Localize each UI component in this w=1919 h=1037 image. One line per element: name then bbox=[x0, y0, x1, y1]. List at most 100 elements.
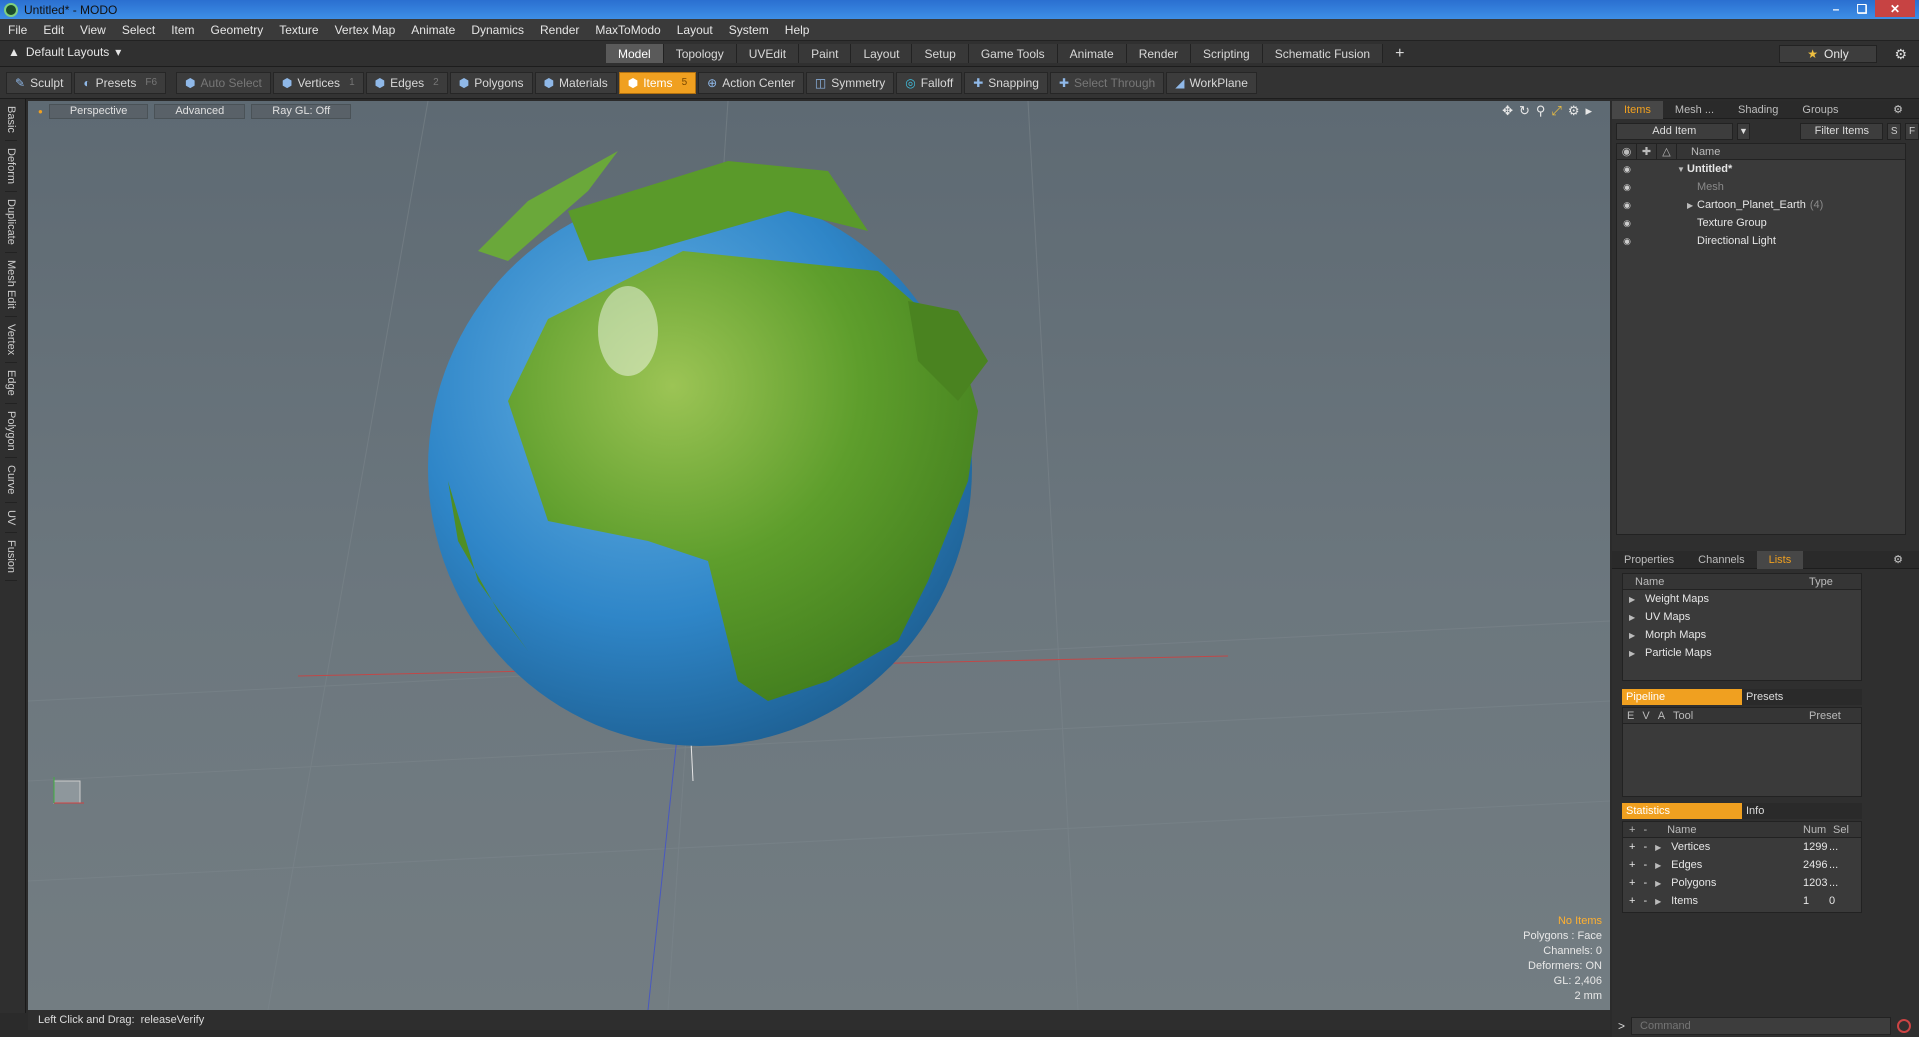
menu-file[interactable]: File bbox=[0, 23, 35, 37]
tab-edge[interactable]: Edge bbox=[5, 363, 17, 404]
menu-system[interactable]: System bbox=[721, 23, 777, 37]
maximize-button[interactable]: ❏ bbox=[1849, 0, 1875, 17]
expand-triangle-icon[interactable]: ▶ bbox=[1629, 595, 1637, 604]
tree-row-cartoon-planet[interactable]: ◉ ▶ Cartoon_Planet_Earth (4) bbox=[1617, 196, 1905, 214]
tab-animate[interactable]: Animate bbox=[1057, 44, 1127, 63]
tab-render[interactable]: Render bbox=[1126, 44, 1192, 63]
tab-layout[interactable]: Layout bbox=[851, 44, 913, 63]
expand-triangle-icon[interactable]: ▶ bbox=[1629, 631, 1637, 640]
add-icon[interactable]: + bbox=[1629, 877, 1635, 889]
tab-properties[interactable]: Properties bbox=[1612, 551, 1686, 569]
expand-triangle-icon[interactable]: ▶ bbox=[1655, 861, 1663, 870]
auto-select-button[interactable]: ⬢ Auto Select bbox=[176, 71, 271, 94]
tree-row-directional-light[interactable]: ◉ Directional Light bbox=[1617, 232, 1905, 250]
expand-triangle-icon[interactable]: ▶ bbox=[1655, 897, 1663, 906]
tab-curve[interactable]: Curve bbox=[5, 458, 17, 503]
add-tab-button[interactable]: + bbox=[1383, 44, 1416, 63]
viewport-menu-icon[interactable]: ▸ bbox=[1585, 103, 1592, 119]
tab-deform[interactable]: Deform bbox=[5, 141, 17, 192]
list-item[interactable]: ▶ Particle Maps bbox=[1623, 644, 1861, 662]
tab-presets[interactable]: Presets bbox=[1742, 689, 1862, 705]
stats-row-polygons[interactable]: + - ▶ Polygons 1203... bbox=[1623, 874, 1861, 892]
menu-animate[interactable]: Animate bbox=[403, 23, 463, 37]
expand-triangle-icon[interactable]: ▶ bbox=[1629, 613, 1637, 622]
tab-groups[interactable]: Groups bbox=[1790, 101, 1850, 119]
gear-icon[interactable]: ⚙ bbox=[1894, 46, 1907, 63]
tab-game-tools[interactable]: Game Tools bbox=[968, 44, 1058, 63]
view-type-dropdown[interactable]: Perspective bbox=[48, 103, 149, 119]
tree-row-texture-group[interactable]: ◉ Texture Group bbox=[1617, 214, 1905, 232]
visibility-eye-icon[interactable]: ◉ bbox=[1617, 236, 1637, 247]
pan-icon[interactable]: ✥ bbox=[1502, 103, 1513, 119]
add-icon[interactable]: + bbox=[1629, 859, 1635, 871]
rotate-icon[interactable]: ↻ bbox=[1519, 103, 1530, 119]
stats-row-items[interactable]: + - ▶ Items 1 0 bbox=[1623, 892, 1861, 910]
menu-select[interactable]: Select bbox=[114, 23, 163, 37]
expand-triangle-icon[interactable]: ▶ bbox=[1655, 843, 1663, 852]
materials-button[interactable]: ⬢ Materials bbox=[534, 71, 617, 94]
default-layouts-dropdown[interactable]: ▲ Default Layouts ▾ bbox=[8, 45, 121, 59]
lists-options-icon[interactable]: ⚙ bbox=[1881, 551, 1915, 569]
select-through-button[interactable]: ✚ Select Through bbox=[1049, 71, 1165, 94]
remove-icon[interactable]: - bbox=[1643, 877, 1647, 889]
tab-paint[interactable]: Paint bbox=[799, 44, 852, 63]
tab-uv[interactable]: UV bbox=[5, 503, 17, 534]
menu-texture[interactable]: Texture bbox=[271, 23, 326, 37]
tab-topology[interactable]: Topology bbox=[663, 44, 737, 63]
menu-maxtomodo[interactable]: MaxToModo bbox=[587, 23, 668, 37]
shading-dropdown[interactable]: Advanced bbox=[154, 103, 246, 119]
f-button[interactable]: F bbox=[1905, 122, 1919, 140]
tab-schematic-fusion[interactable]: Schematic Fusion bbox=[1262, 44, 1384, 63]
tab-duplicate[interactable]: Duplicate bbox=[5, 192, 17, 253]
menu-edit[interactable]: Edit bbox=[35, 23, 72, 37]
tab-lists[interactable]: Lists bbox=[1756, 550, 1804, 569]
symmetry-button[interactable]: ◫ Symmetry bbox=[805, 71, 895, 94]
record-icon[interactable] bbox=[1897, 1019, 1912, 1033]
visibility-eye-icon[interactable]: ◉ bbox=[1617, 182, 1637, 193]
add-icon[interactable]: + bbox=[1629, 895, 1635, 907]
only-toggle[interactable]: ★ Only bbox=[1779, 45, 1877, 63]
tree-row-untitled[interactable]: ◉ ▼ Untitled* bbox=[1617, 160, 1905, 178]
falloff-button[interactable]: ◎ Falloff bbox=[896, 71, 963, 94]
menu-help[interactable]: Help bbox=[777, 23, 818, 37]
list-item[interactable]: ▶ Weight Maps bbox=[1623, 590, 1861, 608]
minimize-button[interactable]: – bbox=[1823, 0, 1849, 17]
snapping-button[interactable]: ✚ Snapping bbox=[964, 71, 1048, 94]
menu-layout[interactable]: Layout bbox=[669, 23, 721, 37]
menu-geometry[interactable]: Geometry bbox=[203, 23, 272, 37]
list-item[interactable]: ▶ UV Maps bbox=[1623, 608, 1861, 626]
add-item-dropdown[interactable]: ▼ bbox=[1736, 122, 1751, 140]
tab-vertex[interactable]: Vertex bbox=[5, 317, 17, 363]
menu-vertex-map[interactable]: Vertex Map bbox=[327, 23, 404, 37]
remove-icon[interactable]: - bbox=[1643, 859, 1647, 871]
visibility-eye-icon[interactable]: ◉ bbox=[1617, 164, 1637, 175]
zoom-icon[interactable]: ⚲ bbox=[1536, 103, 1546, 119]
menu-view[interactable]: View bbox=[72, 23, 114, 37]
menu-dynamics[interactable]: Dynamics bbox=[463, 23, 532, 37]
remove-icon[interactable]: - bbox=[1643, 895, 1647, 907]
items-button[interactable]: ⬢ Items 5 bbox=[618, 71, 697, 94]
add-item-button[interactable]: Add Item bbox=[1616, 122, 1733, 140]
tab-info[interactable]: Info bbox=[1742, 803, 1862, 819]
viewport-gear-icon[interactable]: ⚙ bbox=[1568, 103, 1580, 119]
3d-viewport[interactable]: ● Perspective Advanced Ray GL: Off ✥ ↻ ⚲… bbox=[28, 101, 1610, 1010]
close-button[interactable]: ✕ bbox=[1875, 0, 1915, 17]
tree-row-mesh[interactable]: ◉ Mesh bbox=[1617, 178, 1905, 196]
list-item[interactable]: ▶ Morph Maps bbox=[1623, 626, 1861, 644]
tab-shading[interactable]: Shading bbox=[1726, 101, 1790, 119]
command-input[interactable] bbox=[1631, 1017, 1892, 1035]
visibility-eye-icon[interactable]: ◉ bbox=[1617, 218, 1637, 229]
tab-mesh[interactable]: Mesh ... bbox=[1663, 101, 1726, 119]
tab-statistics[interactable]: Statistics bbox=[1622, 803, 1742, 819]
remove-icon[interactable]: - bbox=[1643, 841, 1647, 853]
visibility-eye-icon[interactable]: ◉ bbox=[1617, 200, 1637, 211]
panel-options-icon[interactable]: ⚙ bbox=[1881, 101, 1915, 119]
action-center-button[interactable]: ⊕ Action Center bbox=[698, 71, 804, 94]
edges-button[interactable]: ⬢ Edges 2 bbox=[365, 71, 448, 94]
expand-triangle-icon[interactable]: ▶ bbox=[1687, 201, 1697, 210]
add-icon[interactable]: + bbox=[1629, 841, 1635, 853]
menu-item[interactable]: Item bbox=[163, 23, 202, 37]
presets-button[interactable]: ◐ Presets F6 bbox=[74, 71, 167, 94]
tab-setup[interactable]: Setup bbox=[912, 44, 969, 63]
workplane-button[interactable]: ◢ WorkPlane bbox=[1166, 71, 1257, 94]
